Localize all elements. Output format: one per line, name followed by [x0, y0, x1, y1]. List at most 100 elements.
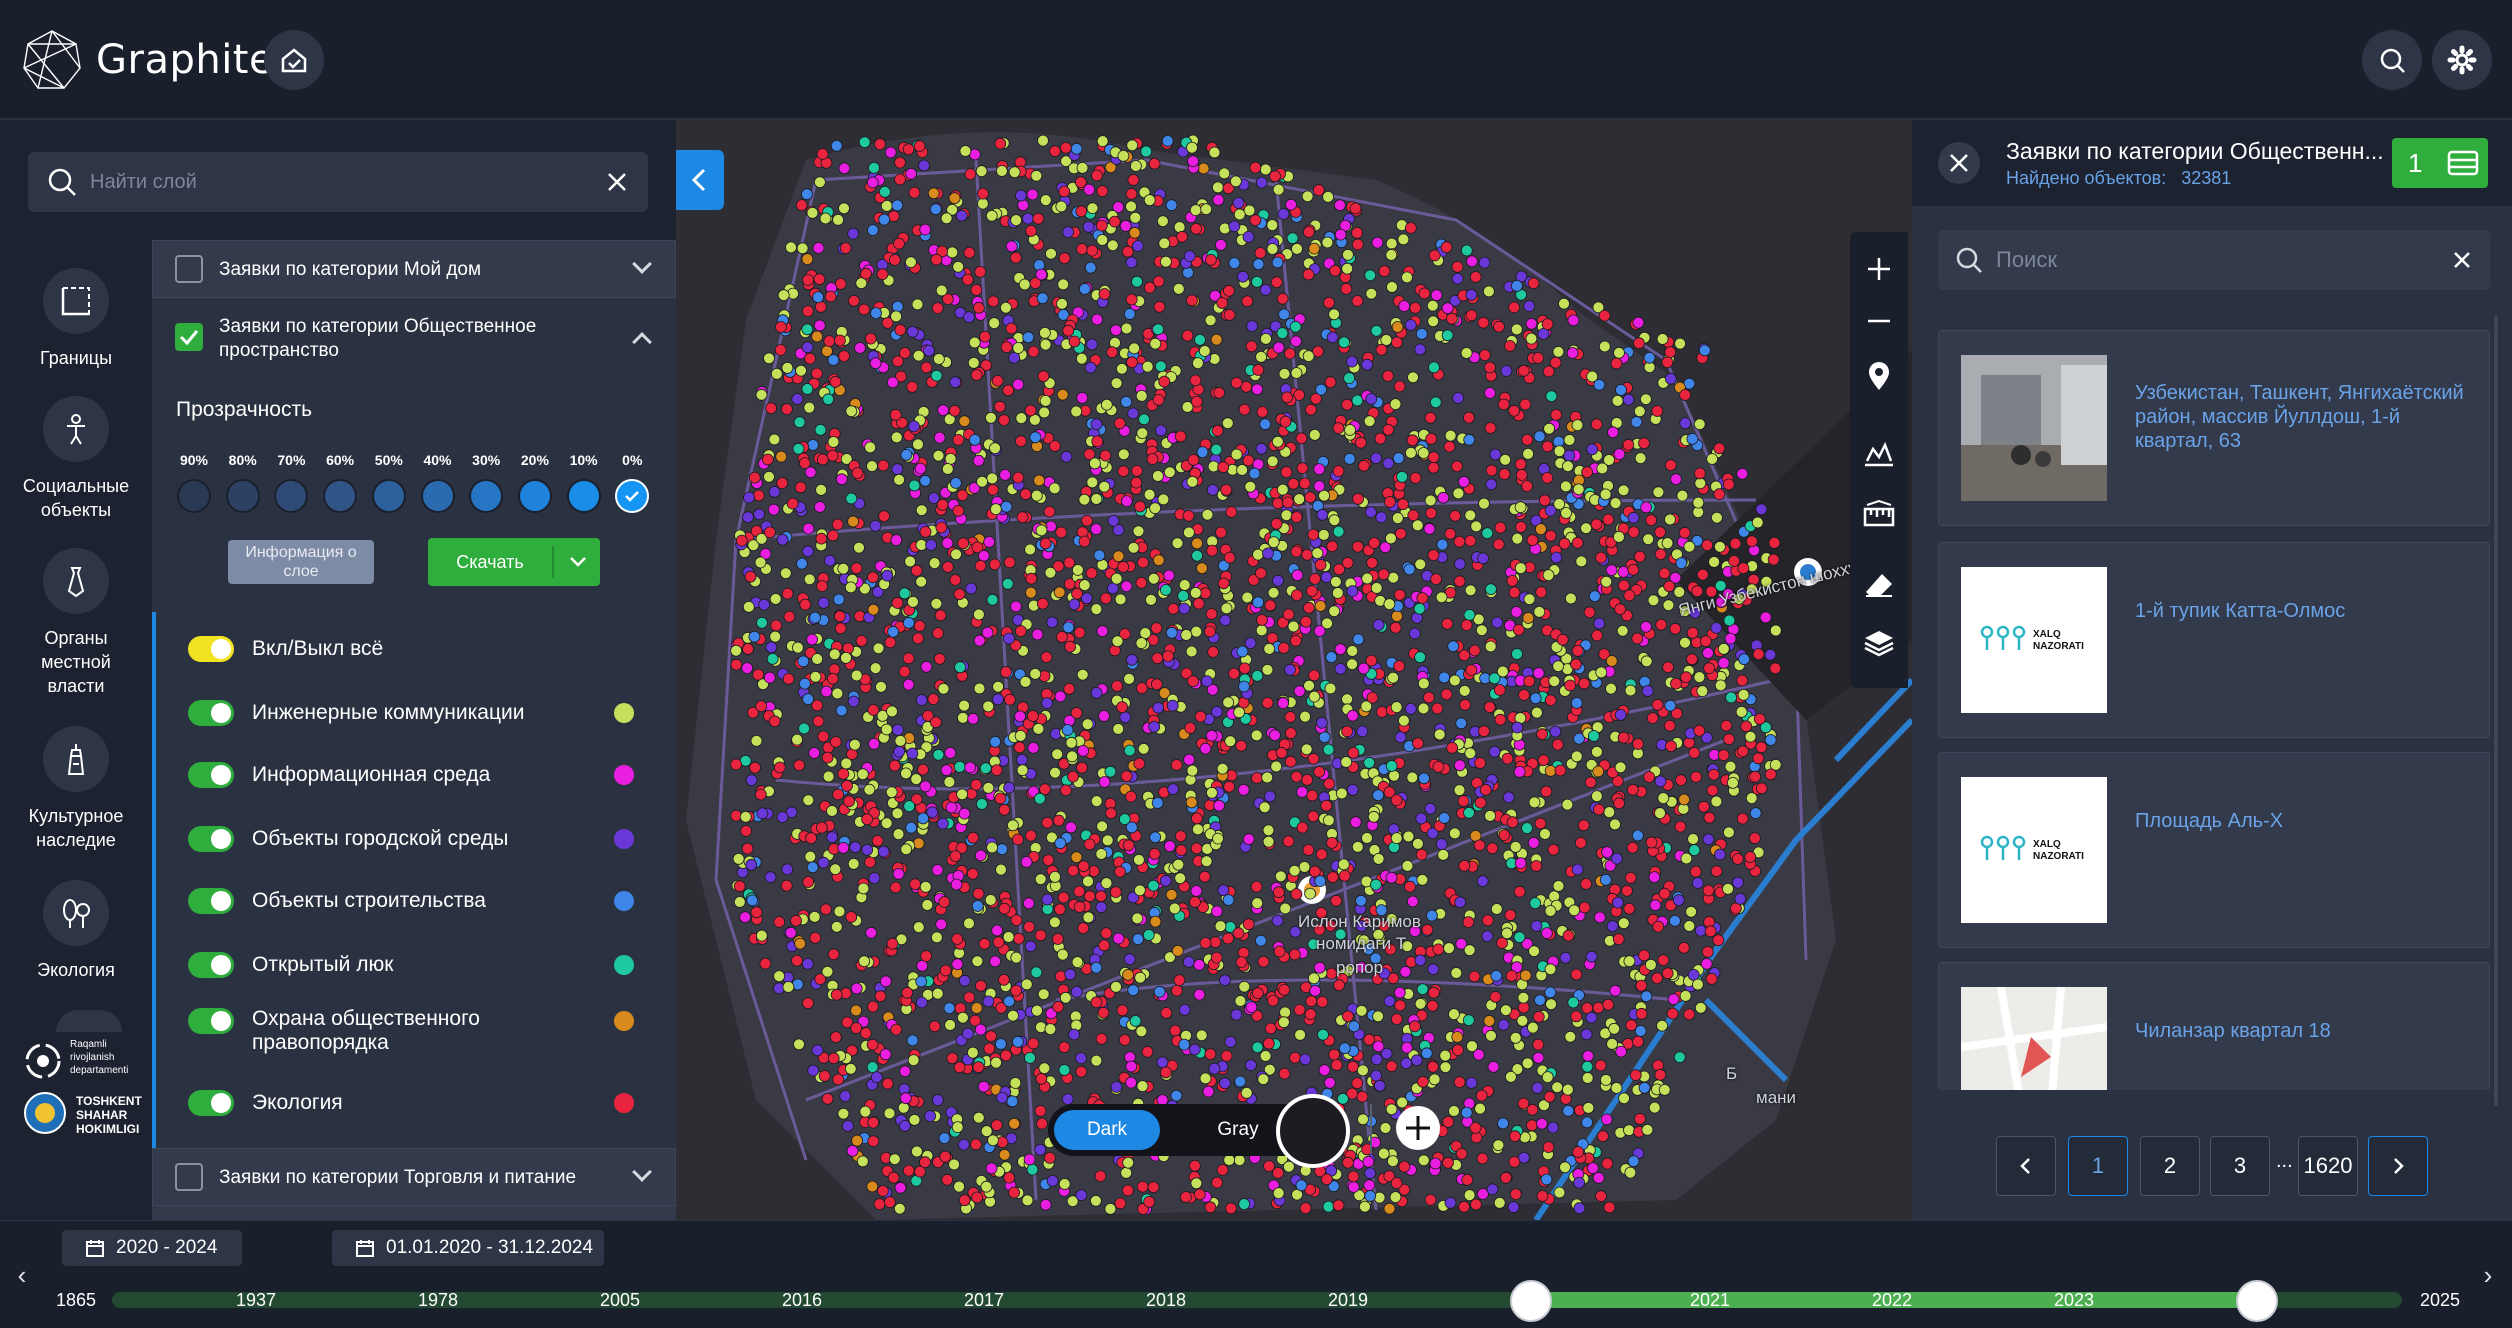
- chevron-down-icon[interactable]: [568, 552, 588, 572]
- opacity-level-button[interactable]: [420, 479, 455, 513]
- rail-item-authorities[interactable]: Органы местной власти: [0, 548, 152, 698]
- results-scrollbar[interactable]: [2494, 316, 2498, 1106]
- app-logo[interactable]: Graphite: [20, 28, 274, 92]
- result-address: Площадь Аль-Х: [2135, 810, 2284, 832]
- category-toggle[interactable]: [188, 700, 234, 726]
- layer-search-input[interactable]: [90, 152, 570, 212]
- results-search-input[interactable]: [1996, 230, 2436, 290]
- timeline-end-handle[interactable]: [2236, 1280, 2278, 1322]
- chevron-left-icon: [691, 168, 706, 192]
- chevron-down-icon[interactable]: [632, 1162, 652, 1182]
- plus-icon: [1406, 1116, 1430, 1140]
- category-toggle[interactable]: [188, 1008, 234, 1034]
- rail-item-boundaries[interactable]: Границы: [0, 268, 152, 370]
- settings-button[interactable]: [2432, 30, 2492, 90]
- year-range-chip[interactable]: 2020 - 2024: [62, 1230, 242, 1266]
- home-button[interactable]: [264, 30, 324, 90]
- selected-count-button[interactable]: 1: [2392, 138, 2488, 188]
- clear-search-icon[interactable]: [2452, 250, 2472, 270]
- stack-icon: [2447, 150, 2479, 176]
- opacity-level-button[interactable]: [517, 479, 552, 513]
- layer-checkbox-checked[interactable]: [175, 323, 203, 351]
- logo-text-line: Raqamli: [70, 1039, 107, 1050]
- opacity-level-button[interactable]: [566, 479, 601, 513]
- opacity-level-button[interactable]: [323, 479, 358, 513]
- page-3-button[interactable]: 3: [2210, 1136, 2270, 1196]
- result-item[interactable]: XALQ NAZORATI 1-й тупик Катта-Олмос: [1938, 542, 2490, 738]
- toggle-all-switch[interactable]: [188, 636, 234, 662]
- category-toggle[interactable]: [188, 762, 234, 788]
- add-basemap-button[interactable]: [1396, 1106, 1440, 1150]
- layer-checkbox[interactable]: [175, 255, 203, 283]
- basemap-dark-option[interactable]: Dark: [1054, 1110, 1160, 1150]
- my-location-button[interactable]: [1850, 348, 1908, 406]
- timeline-tick-label: 2016: [782, 1290, 823, 1310]
- minus-icon: [1868, 319, 1890, 323]
- digital-dept-logo: Raqamli rivojlanish departamenti: [20, 1036, 150, 1088]
- layer-row-public-space[interactable]: Заявки по категории Общественное простра…: [152, 298, 676, 374]
- opacity-level-button[interactable]: [469, 479, 504, 513]
- rail-item-ecology[interactable]: Экология: [0, 880, 152, 982]
- date-range-value: 01.01.2020 - 31.12.2024: [386, 1237, 594, 1258]
- zoom-out-button[interactable]: [1850, 292, 1908, 350]
- rail-item-heritage[interactable]: Культурное наследие: [0, 726, 152, 852]
- category-toggle[interactable]: [188, 952, 234, 978]
- opacity-level-button[interactable]: [615, 479, 650, 513]
- app-header: Graphite: [0, 0, 2512, 120]
- app-name: Graphite: [96, 37, 275, 83]
- layer-row-my-home[interactable]: Заявки по категории Мой дом: [152, 240, 676, 298]
- chevron-up-icon[interactable]: [632, 332, 652, 352]
- category-toggle[interactable]: [188, 826, 234, 852]
- opacity-level-button[interactable]: [177, 479, 211, 513]
- category-label: Открытый люк: [252, 953, 394, 976]
- category-toggle[interactable]: [188, 1090, 234, 1116]
- eraser-button[interactable]: [1850, 556, 1908, 614]
- category-toggle[interactable]: [188, 888, 234, 914]
- rail-item-social[interactable]: Социальные объекты: [0, 396, 152, 522]
- opacity-level-button[interactable]: [371, 479, 406, 513]
- layer-row-trade[interactable]: Заявки по категории Торговля и питание: [152, 1148, 676, 1206]
- map-canvas[interactable]: Янги Узбекистон шоххуч Ислон Каримов ном…: [676, 120, 1912, 1220]
- chevron-down-icon[interactable]: [632, 254, 652, 274]
- result-item[interactable]: Чиланзар квартал 18: [1938, 962, 2490, 1090]
- page-1-button[interactable]: 1: [2068, 1136, 2128, 1196]
- result-address: 1-й тупик Катта-Олмос: [2135, 600, 2346, 622]
- basemap-gray-option[interactable]: Gray: [1198, 1110, 1278, 1150]
- layer-search-box: [28, 152, 648, 212]
- map-label-place: Ислон Каримов: [1298, 912, 1421, 931]
- results-list: Узбекистан, Ташкент, Янгихаётский район,…: [1912, 310, 2512, 1110]
- measure-button[interactable]: [1850, 484, 1908, 542]
- collapse-panel-button[interactable]: [676, 150, 724, 210]
- timeline-start-handle[interactable]: [1510, 1280, 1552, 1322]
- close-results-button[interactable]: [1938, 142, 1980, 184]
- timeline-next-button[interactable]: ›: [2478, 1260, 2498, 1300]
- date-range-chip[interactable]: 01.01.2020 - 31.12.2024: [332, 1230, 604, 1266]
- download-button[interactable]: Скачать: [428, 538, 600, 586]
- timeline-tick-label: 2017: [964, 1290, 1005, 1310]
- timeline-prev-button[interactable]: ‹: [12, 1260, 32, 1300]
- layer-checkbox[interactable]: [175, 1163, 203, 1191]
- map-label-place: мани: [1756, 1088, 1797, 1107]
- person-icon: [43, 396, 109, 462]
- page-2-button[interactable]: 2: [2140, 1136, 2200, 1196]
- zoom-in-button[interactable]: [1850, 240, 1908, 298]
- rail-item-next-partial[interactable]: [56, 1010, 122, 1032]
- layer-info-button[interactable]: Информация о слое: [228, 540, 374, 584]
- result-item[interactable]: Узбекистан, Ташкент, Янгихаётский район,…: [1938, 330, 2490, 526]
- terrain-button[interactable]: [1850, 424, 1908, 482]
- next-page-button[interactable]: [2368, 1136, 2428, 1196]
- prev-page-button[interactable]: [1996, 1136, 2056, 1196]
- opacity-level-label: 40%: [423, 452, 452, 468]
- category-label: Инженерные коммуникации: [252, 701, 525, 724]
- map-snippet-icon: [1960, 986, 2108, 1090]
- clear-search-icon[interactable]: [606, 171, 628, 193]
- basemap-preview-button[interactable]: [1276, 1094, 1350, 1168]
- digital-dept-logo-icon: [25, 1043, 61, 1079]
- layers-button[interactable]: [1850, 614, 1908, 672]
- result-item[interactable]: XALQ NAZORATI Площадь Аль-Х: [1938, 752, 2490, 948]
- global-search-button[interactable]: [2362, 30, 2422, 90]
- page-last-button[interactable]: 1620: [2298, 1136, 2358, 1196]
- layer-group-indicator: [152, 612, 156, 1172]
- opacity-level-button[interactable]: [225, 479, 260, 513]
- logo-text-line: NAZORATI: [2033, 851, 2084, 862]
